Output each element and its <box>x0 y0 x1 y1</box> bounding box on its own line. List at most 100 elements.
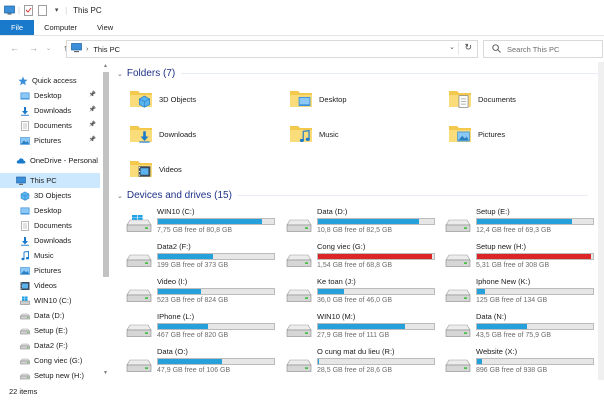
sidebar-item[interactable]: Documents 📌 <box>0 118 100 133</box>
forward-button[interactable]: → <box>27 42 40 55</box>
sidebar-item[interactable]: Pictures 📌 <box>0 133 100 148</box>
drive-name: Iphone New (K:) <box>476 277 531 286</box>
sidebar-item-label: Music <box>34 251 54 260</box>
drive-icon <box>445 355 471 373</box>
sidebar-item[interactable]: Cong viec (G:) <box>0 353 100 368</box>
address-dropdown-icon[interactable]: ⌄ <box>449 43 455 51</box>
drive-usage-fill <box>318 219 419 224</box>
sidebar-item-label: Cong viec (G:) <box>34 356 83 365</box>
drive-icon <box>20 356 30 366</box>
drive-item[interactable]: Data (N:) 43,5 GB free of 75,9 GB <box>445 312 595 344</box>
drive-item[interactable]: Website (X:) 896 GB free of 938 GB <box>445 347 595 379</box>
drive-usage-bar <box>157 288 275 295</box>
sidebar-item[interactable]: 3D Objects <box>0 188 100 203</box>
folder-label: Pictures <box>478 129 506 139</box>
drive-item[interactable]: Data2 (F:) 199 GB free of 373 GB <box>126 242 276 274</box>
drive-item[interactable]: Setup new (H:) 5,31 GB free of 308 GB <box>445 242 595 274</box>
sidebar-item-label: Documents <box>34 221 72 230</box>
drive-usage-bar <box>476 323 594 330</box>
drive-icon <box>20 326 30 336</box>
group-divider <box>181 73 602 74</box>
tab-computer[interactable]: Computer <box>34 20 87 35</box>
drive-item[interactable]: WIN10 (M:) 27,9 GB free of 111 GB <box>286 312 436 344</box>
drive-icon <box>445 250 471 268</box>
folder-item[interactable]: Downloads <box>129 117 196 151</box>
drive-name: Setup (E:) <box>476 207 510 216</box>
scrollbar-thumb[interactable] <box>103 72 109 277</box>
sidebar-item[interactable]: Downloads 📌 <box>0 103 100 118</box>
recent-locations-button[interactable]: ⌄ <box>42 42 55 55</box>
tab-file[interactable]: File <box>0 20 35 35</box>
drive-free-space: 12,4 GB free of 69,3 GB <box>476 227 552 234</box>
drive-usage-fill <box>158 359 222 364</box>
sidebar-item[interactable]: Music <box>0 248 100 263</box>
customize-toolbar-icon[interactable]: ▾ <box>51 5 62 16</box>
chevron-down-icon[interactable]: ⌄ <box>117 192 123 200</box>
status-bar: 22 items <box>0 382 604 400</box>
properties-icon[interactable] <box>23 4 34 16</box>
sidebar-item[interactable]: Documents <box>0 218 100 233</box>
sidebar-item[interactable]: WIN10 (C:) <box>0 293 100 308</box>
folder-item[interactable]: Desktop <box>289 82 347 116</box>
sidebar-item[interactable]: OneDrive - Personal <box>0 153 100 168</box>
scroll-up-icon[interactable]: ▲ <box>103 63 108 69</box>
content-scrollbar[interactable] <box>598 62 604 380</box>
drive-free-space: 125 GB free of 134 GB <box>476 297 548 304</box>
sidebar-item[interactable]: Setup (E:) <box>0 323 100 338</box>
drive-item[interactable]: O cung mat du lieu (R:) 28,5 GB free of 2… <box>286 347 436 379</box>
downloads-folder-icon <box>20 236 30 246</box>
sidebar-item[interactable]: Data (D:) <box>0 308 100 323</box>
drive-usage-fill <box>158 219 263 224</box>
drive-usage-bar <box>317 253 435 260</box>
back-button[interactable]: ← <box>8 42 21 55</box>
address-bar[interactable]: › This PC ⌄ ↻ <box>66 40 478 58</box>
cloud-icon <box>16 156 26 166</box>
drive-item[interactable]: Video (I:) 523 GB free of 824 GB <box>126 277 276 309</box>
sidebar-item[interactable]: Data2 (F:) <box>0 338 100 353</box>
drive-icon <box>445 215 471 233</box>
drive-item[interactable]: Data (O:) 47,9 GB free of 106 GB <box>126 347 276 379</box>
folder-label: Music <box>319 129 339 139</box>
breadcrumb-separator-icon[interactable]: › <box>86 46 88 53</box>
drive-free-space: 896 GB free of 938 GB <box>476 367 548 374</box>
sidebar-item[interactable]: Videos <box>0 278 100 293</box>
drive-usage-fill <box>158 324 208 329</box>
drive-icon <box>126 355 152 373</box>
folder-item[interactable]: Videos <box>129 152 182 186</box>
drive-name: O cung mat du lieu (R:) <box>317 347 395 356</box>
drive-usage-fill <box>477 324 527 329</box>
drive-item[interactable]: Setup (E:) 12,4 GB free of 69,3 GB <box>445 207 595 239</box>
folder-item[interactable]: Music <box>289 117 339 151</box>
drives-group-header[interactable]: ⌄ Devices and drives (15) <box>117 190 588 201</box>
sidebar-item[interactable]: This PC <box>0 173 100 188</box>
pc-icon[interactable] <box>4 5 15 16</box>
sidebar-item[interactable]: Downloads <box>0 233 100 248</box>
folder-item[interactable]: 3D Objects <box>129 82 196 116</box>
sidebar-item[interactable]: Desktop 📌 <box>0 88 100 103</box>
drive-item[interactable]: IPhone (L:) 467 GB free of 820 GB <box>126 312 276 344</box>
drive-item[interactable]: Iphone New (K:) 125 GB free of 134 GB <box>445 277 595 309</box>
sidebar-scrollbar[interactable]: ▲ ▼ <box>101 62 111 380</box>
drive-item[interactable]: Data (D:) 10,8 GB free of 82,5 GB <box>286 207 436 239</box>
folder-item[interactable]: Pictures <box>448 117 505 151</box>
refresh-icon[interactable]: ↻ <box>464 42 472 53</box>
drive-item[interactable]: Ke toan (J:) 36,0 GB free of 46,0 GB <box>286 277 436 309</box>
sidebar-item[interactable]: Quick access <box>0 73 100 88</box>
sidebar-item[interactable]: Desktop <box>0 203 100 218</box>
chevron-down-icon[interactable]: ⌄ <box>117 70 123 78</box>
documents-folder-icon <box>20 120 30 131</box>
sidebar-item[interactable]: Pictures <box>0 263 100 278</box>
sidebar-item-label: Setup new (H:) <box>34 371 85 380</box>
folder-item[interactable]: Documents <box>448 82 516 116</box>
tab-view[interactable]: View <box>87 20 123 35</box>
drive-usage-bar <box>317 218 435 225</box>
drive-item[interactable]: Cong viec (G:) 1,54 GB free of 68,8 GB <box>286 242 436 274</box>
search-input[interactable]: Search This PC <box>483 40 603 58</box>
breadcrumb-location[interactable]: This PC <box>93 45 120 54</box>
drive-item[interactable]: WIN10 (C:) 7,75 GB free of 80,8 GB <box>126 207 276 239</box>
new-folder-icon[interactable] <box>37 4 48 16</box>
folder-label: Videos <box>159 164 182 174</box>
folders-group-header[interactable]: ⌄ Folders (7) <box>117 68 602 79</box>
sidebar-item[interactable]: Setup new (H:) <box>0 368 100 380</box>
scroll-down-icon[interactable]: ▼ <box>103 370 108 376</box>
